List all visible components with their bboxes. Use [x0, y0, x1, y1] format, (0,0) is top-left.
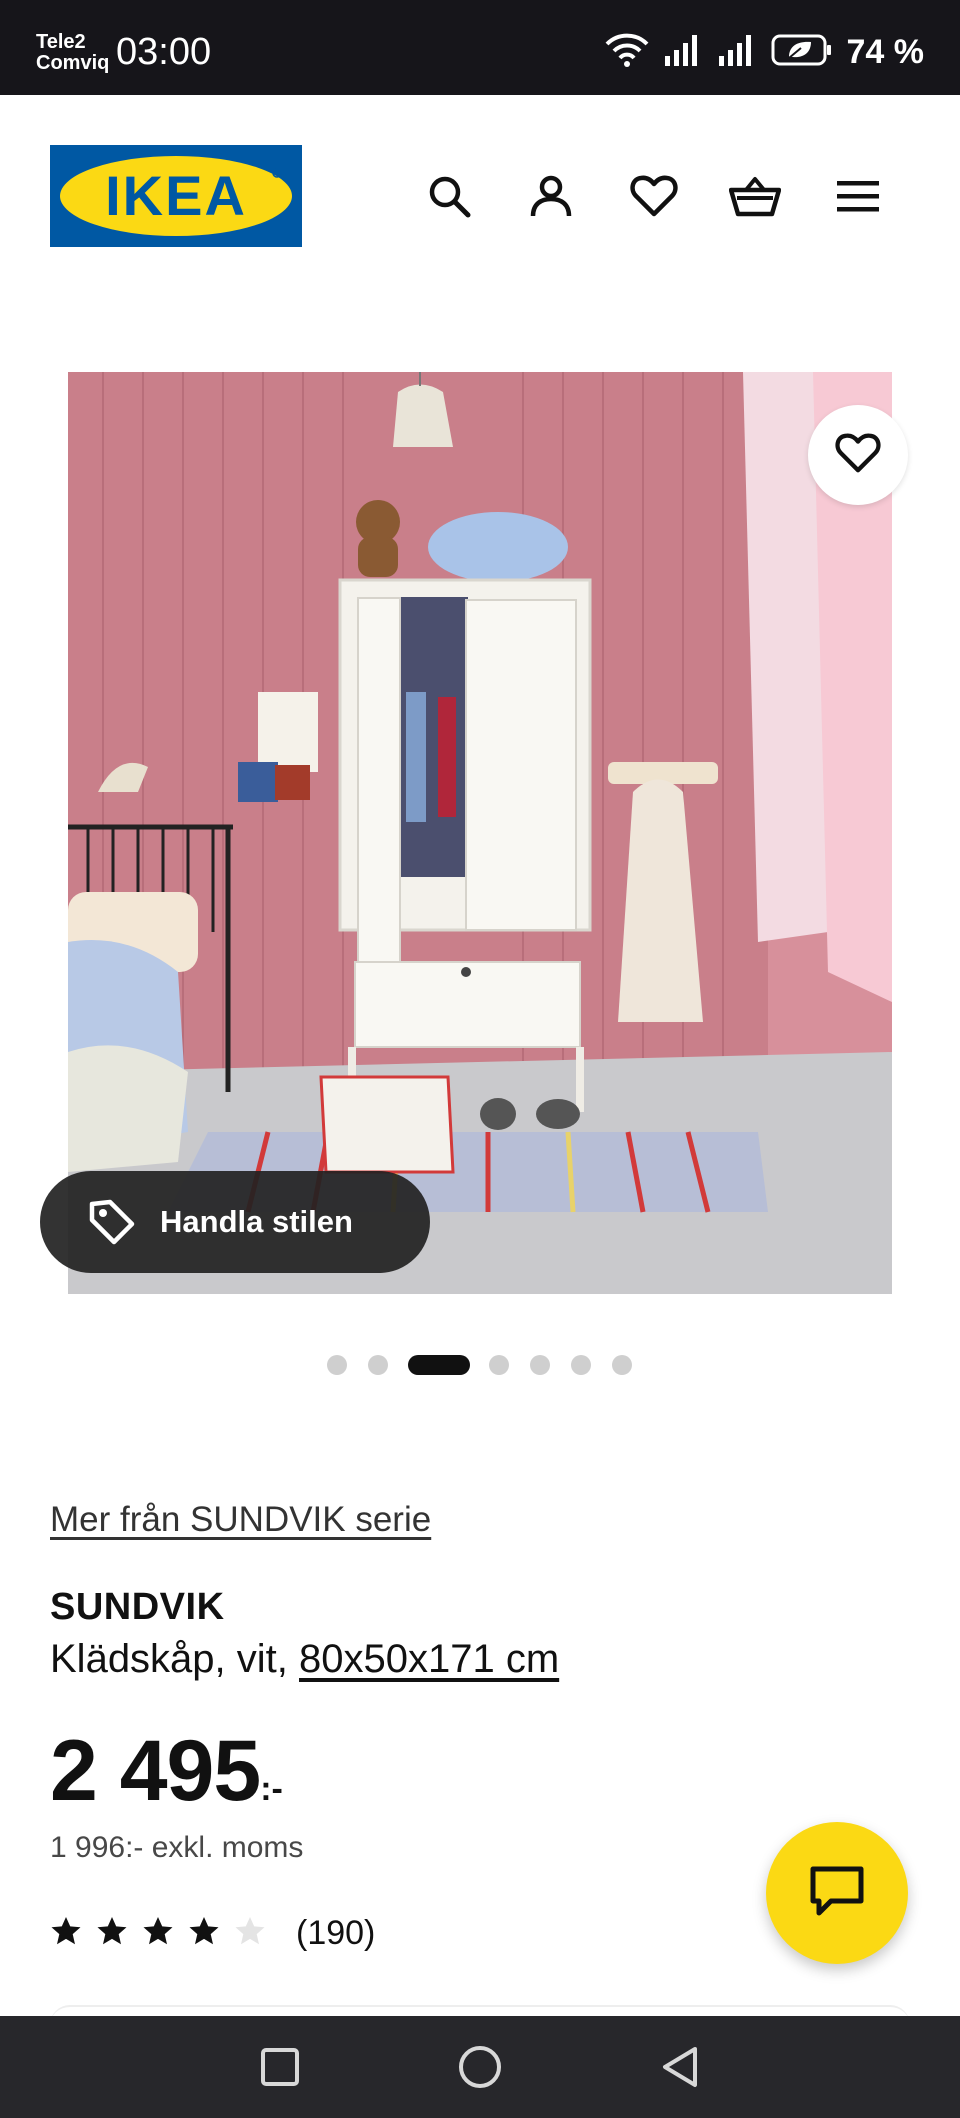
battery-icon [771, 33, 833, 72]
carousel-dot[interactable] [612, 1355, 632, 1375]
chat-bubble-icon [809, 1865, 865, 1922]
signal-icon [717, 32, 757, 73]
shop-style-label: Handla stilen [160, 1204, 353, 1239]
product-name: SUNDVIK [50, 1586, 225, 1628]
rating-stars [50, 1915, 266, 1952]
system-nav-bar [0, 2016, 960, 2118]
back-triangle-icon[interactable] [653, 2040, 707, 2094]
shopping-basket-icon[interactable] [728, 169, 782, 223]
series-link[interactable]: Mer från SUNDVIK serie [50, 1500, 431, 1540]
product-rating[interactable]: (190) [50, 1910, 375, 1956]
star-filled-icon [142, 1915, 174, 1952]
product-price: 2 495:- [50, 1722, 283, 1821]
wifi-icon [605, 32, 649, 73]
star-filled-icon [188, 1915, 220, 1952]
account-icon[interactable] [524, 169, 578, 223]
status-bar: Tele2 Comviq 03:00 74 % [0, 0, 960, 95]
carousel-dot[interactable] [327, 1355, 347, 1375]
chat-button[interactable] [766, 1822, 908, 1964]
price-suffix: :- [260, 1770, 283, 1808]
product-size-link[interactable]: 80x50x171 cm [299, 1637, 559, 1681]
home-circle-icon[interactable] [453, 2040, 507, 2094]
product-image[interactable] [68, 372, 892, 1294]
carousel-dot[interactable] [489, 1355, 509, 1375]
star-filled-icon [50, 1915, 82, 1952]
ikea-logo[interactable]: IKEA [50, 145, 302, 247]
room-photo [68, 372, 892, 1294]
battery-level: 74 % [846, 32, 925, 71]
heart-outline-icon [835, 432, 881, 479]
carousel-dot[interactable] [368, 1355, 388, 1375]
carousel-pagination [0, 1353, 960, 1375]
recents-square-icon[interactable] [253, 2040, 307, 2094]
carousel-dot-active[interactable] [408, 1355, 470, 1375]
shop-the-style-button[interactable]: Handla stilen [40, 1171, 430, 1273]
add-to-favorites-button[interactable] [808, 405, 908, 505]
price-main: 2 495 [50, 1723, 261, 1819]
review-count: (190) [296, 1913, 376, 1952]
product-description: Klädskåp, vit, 80x50x171 cm [50, 1637, 560, 1681]
signal-icon [663, 32, 703, 73]
status-time: 03:00 [116, 31, 212, 73]
price-excl-vat: 1 996:- exkl. moms [50, 1831, 304, 1864]
star-empty-icon [234, 1915, 266, 1952]
site-header: IKEA [0, 95, 960, 295]
carrier-label: Tele2 Comviq [36, 31, 110, 74]
logo-text: IKEA [105, 164, 247, 227]
search-icon[interactable] [422, 169, 476, 223]
carousel-dot[interactable] [530, 1355, 550, 1375]
star-filled-icon [96, 1915, 128, 1952]
wishlist-heart-icon[interactable] [627, 169, 681, 223]
carousel-dot[interactable] [571, 1355, 591, 1375]
menu-icon[interactable] [831, 169, 885, 223]
price-tag-icon [88, 1198, 136, 1246]
